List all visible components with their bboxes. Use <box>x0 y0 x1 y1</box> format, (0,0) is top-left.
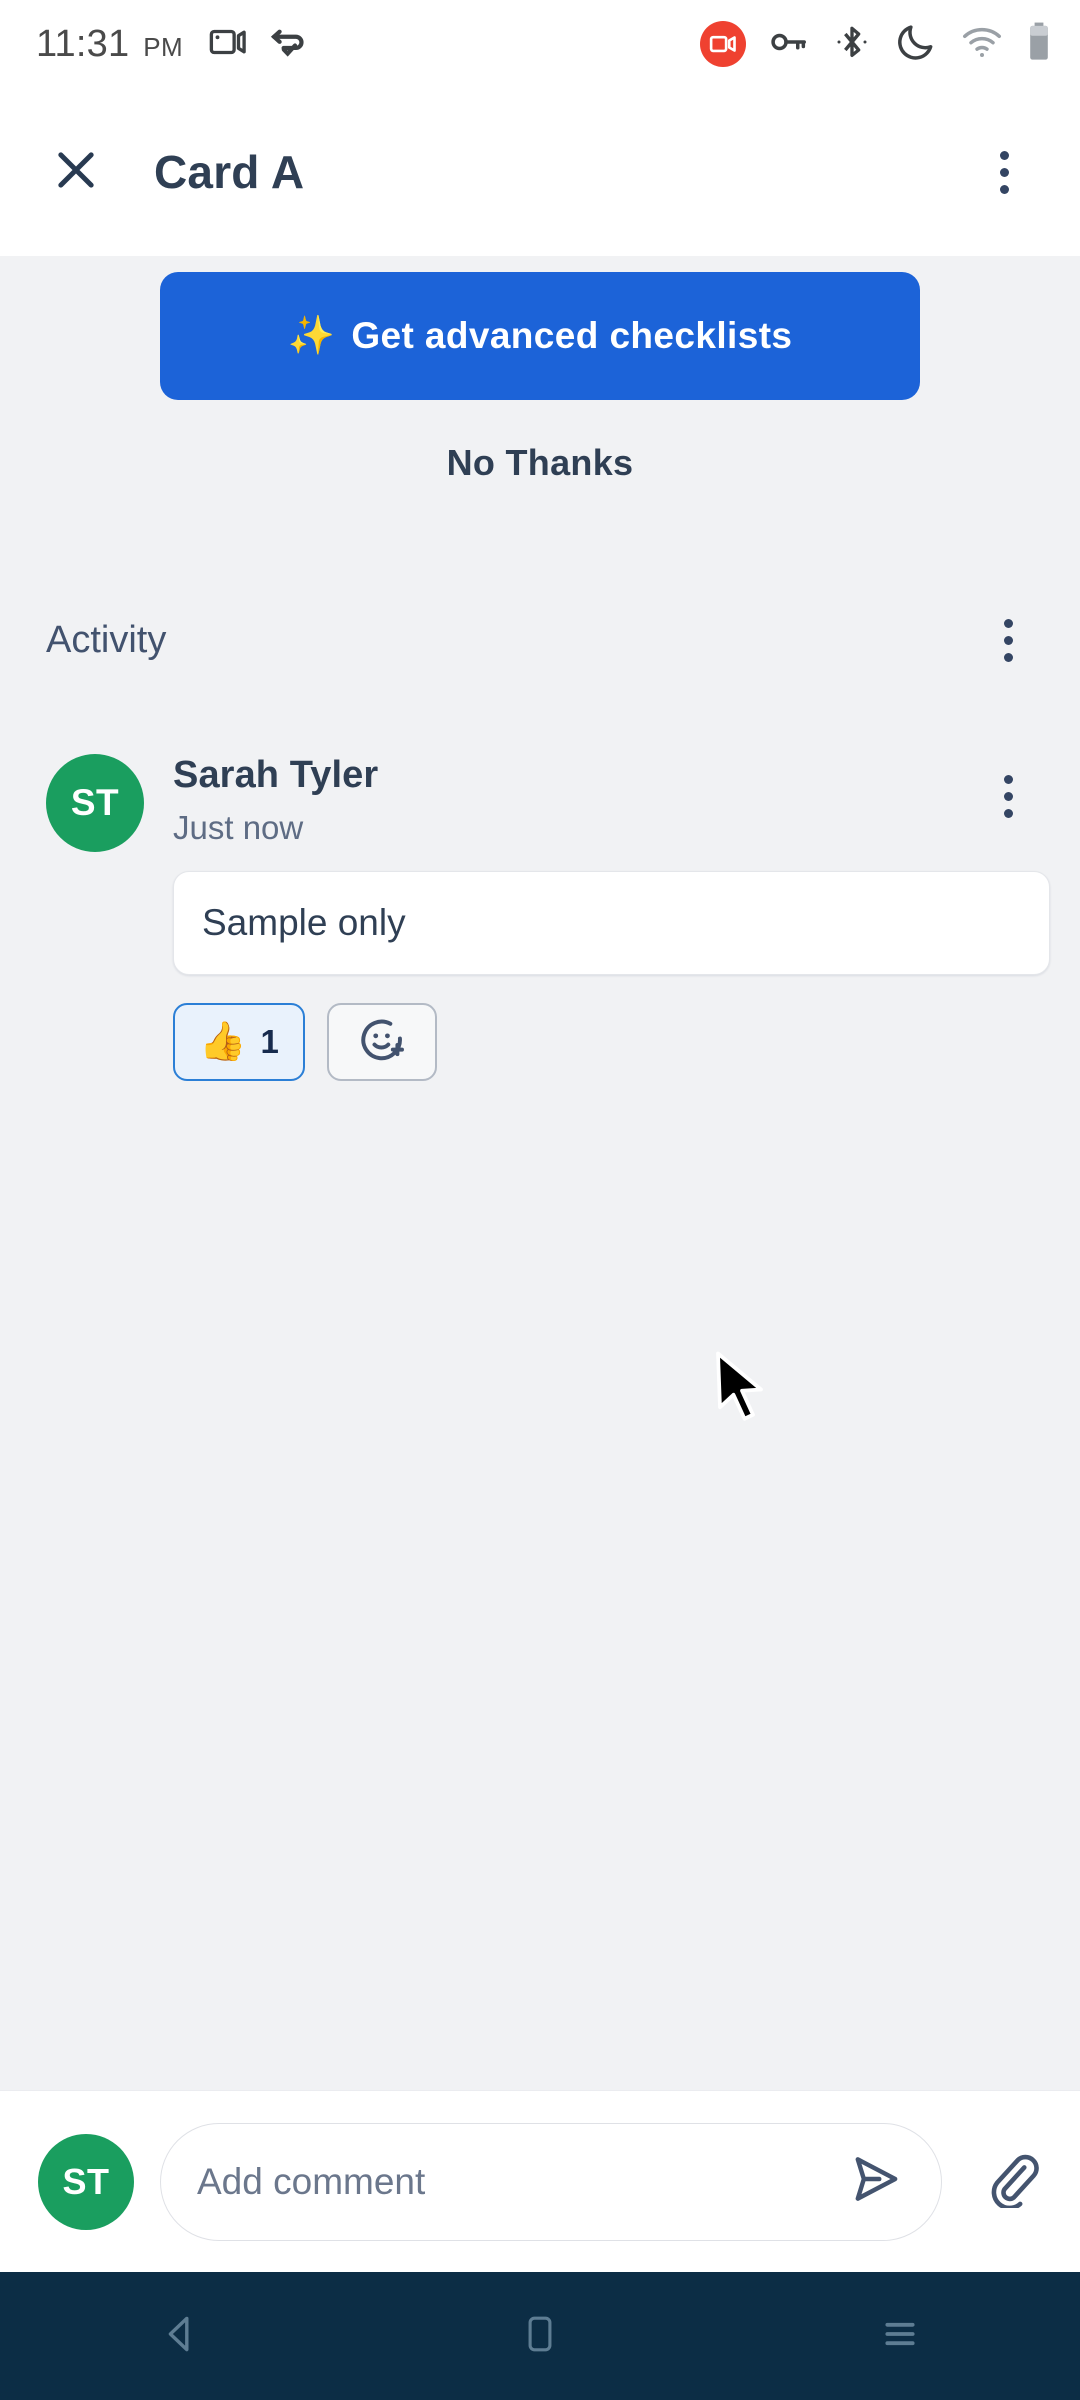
nav-recents-button[interactable] <box>830 2286 970 2386</box>
home-square-icon <box>518 2312 562 2361</box>
screen-cast-icon <box>207 21 249 68</box>
system-navigation-bar <box>0 2272 1080 2400</box>
wifi-icon <box>960 20 1004 69</box>
send-button[interactable] <box>833 2139 919 2225</box>
activity-overflow-menu-button[interactable] <box>966 598 1050 682</box>
kebab-dot <box>1003 774 1013 784</box>
recents-menu-icon <box>877 2311 923 2362</box>
comment-content: Sarah Tyler Just now Sample only 👍 1 <box>173 754 1050 1081</box>
back-triangle-icon <box>156 2310 204 2363</box>
composer-avatar: ST <box>38 2133 134 2230</box>
vpn-key-icon <box>768 21 810 68</box>
reaction-bar: 👍 1 <box>173 1003 1050 1081</box>
comment-overflow-menu-button[interactable] <box>966 754 1050 838</box>
reaction-count: 1 <box>260 1023 279 1060</box>
kebab-dot <box>1003 791 1013 801</box>
status-bar: 11:31 PM <box>0 0 1080 88</box>
attach-file-button[interactable] <box>968 2139 1054 2225</box>
kebab-dot <box>1003 808 1013 818</box>
add-reaction-icon <box>357 1015 407 1070</box>
comment-body[interactable]: Sample only <box>173 871 1050 975</box>
sparkles-icon: ✨ <box>287 315 336 357</box>
get-advanced-checklists-button[interactable]: ✨ Get advanced checklists <box>160 272 920 400</box>
comment-timestamp: Just now <box>173 809 304 846</box>
page-title: Card A <box>154 146 305 198</box>
add-reaction-button[interactable] <box>327 1003 437 1081</box>
status-bar-clock: 11:31 PM <box>36 23 183 66</box>
comment-input-container[interactable] <box>160 2122 942 2241</box>
promo-dismiss-row: No Thanks <box>0 442 1080 484</box>
status-time: 11:31 <box>36 22 130 65</box>
paperclip-icon <box>982 2150 1040 2213</box>
comment-author: Sarah Tyler <box>173 754 379 796</box>
status-notification-icons <box>207 21 309 68</box>
comment-input[interactable] <box>197 2160 823 2203</box>
nav-home-button[interactable] <box>470 2286 610 2386</box>
kebab-dot <box>999 167 1009 177</box>
app-bar: Card A <box>0 88 1080 256</box>
promo-banner: ✨ Get advanced checklists <box>0 256 1080 400</box>
nav-back-button[interactable] <box>110 2286 250 2386</box>
kebab-dot <box>1003 618 1013 628</box>
comment-item: ST Sarah Tyler Just now Sample only 👍 1 <box>0 754 1080 1081</box>
card-detail-body: ✨ Get advanced checklists No Thanks Acti… <box>0 256 1080 2090</box>
get-advanced-checklists-label: Get advanced checklists <box>351 315 793 356</box>
avatar: ST <box>46 754 144 852</box>
bluetooth-icon <box>832 22 872 67</box>
comment-composer-bar: ST <box>0 2090 1080 2272</box>
kebab-dot <box>999 184 1009 194</box>
close-button[interactable] <box>34 130 118 214</box>
screen-recording-icon <box>700 21 746 67</box>
status-ampm: PM <box>143 31 184 62</box>
comment-header: Sarah Tyler Just now <box>173 754 1050 847</box>
kebab-dot <box>1003 635 1013 645</box>
thumbs-up-icon: 👍 <box>199 1021 247 1063</box>
comment-meta: Sarah Tyler Just now <box>173 754 966 847</box>
kebab-dot <box>999 150 1009 160</box>
do-not-disturb-moon-icon <box>894 20 938 69</box>
activity-section-header: Activity <box>0 598 1080 682</box>
close-icon <box>50 144 102 201</box>
activity-section-label: Activity <box>46 618 167 661</box>
app-sync-icon <box>267 21 309 68</box>
battery-icon <box>1026 20 1052 69</box>
no-thanks-button[interactable]: No Thanks <box>447 442 634 484</box>
phone-screen: 11:31 PM Card A ✨ Get advanced checklist… <box>0 0 1080 2400</box>
card-overflow-menu-button[interactable] <box>962 130 1046 214</box>
kebab-dot <box>1003 652 1013 662</box>
send-icon <box>848 2151 904 2212</box>
status-system-icons <box>700 20 1052 69</box>
thumbs-up-reaction-button[interactable]: 👍 1 <box>173 1003 305 1081</box>
